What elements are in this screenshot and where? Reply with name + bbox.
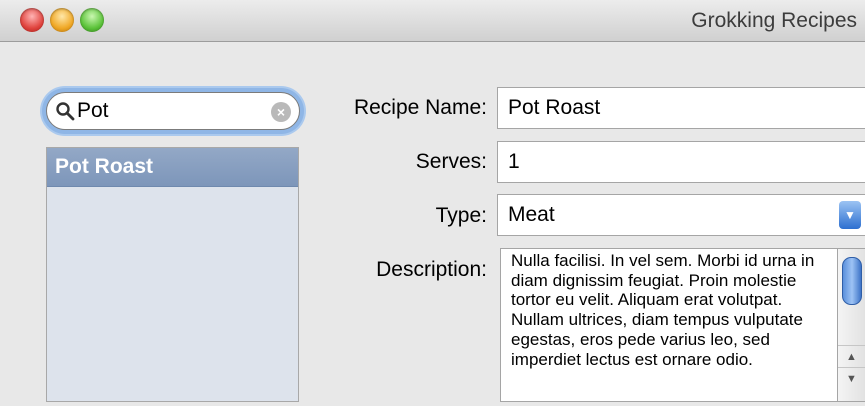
close-window-button[interactable]	[20, 8, 44, 32]
description-text: Nulla facilisi. In vel sem. Morbi id urn…	[511, 251, 815, 369]
recipe-list[interactable]: Pot Roast	[46, 147, 299, 402]
list-item[interactable]: Pot Roast	[47, 148, 298, 187]
search-field-focus-ring: ×	[42, 88, 304, 134]
type-select[interactable]: Meat ▼	[497, 194, 865, 236]
description-label: Description:	[376, 258, 487, 281]
serves-field[interactable]	[497, 141, 865, 183]
search-field[interactable]: ×	[46, 92, 300, 130]
arrow-up-icon[interactable]: ▲	[838, 345, 865, 368]
type-selected-value: Meat	[508, 203, 555, 226]
zoom-window-button[interactable]	[80, 8, 104, 32]
clear-search-icon[interactable]: ×	[271, 102, 291, 122]
serves-label: Serves:	[415, 150, 487, 173]
type-label: Type:	[435, 204, 487, 227]
description-textarea[interactable]: Nulla facilisi. In vel sem. Morbi id urn…	[500, 248, 838, 402]
arrow-down-icon[interactable]: ▼	[838, 367, 865, 390]
scroll-thumb[interactable]	[842, 257, 862, 305]
window-title: Grokking Recipes	[691, 9, 857, 32]
recipe-name-field[interactable]	[497, 87, 865, 129]
recipe-name-label: Recipe Name:	[353, 96, 487, 119]
minimize-window-button[interactable]	[50, 8, 74, 32]
description-scrollbar[interactable]: ▲ ▼	[838, 248, 865, 402]
title-bar: Grokking Recipes	[0, 0, 865, 42]
chevron-down-icon[interactable]: ▼	[839, 201, 861, 229]
search-input[interactable]	[77, 99, 257, 123]
search-icon	[56, 102, 75, 121]
